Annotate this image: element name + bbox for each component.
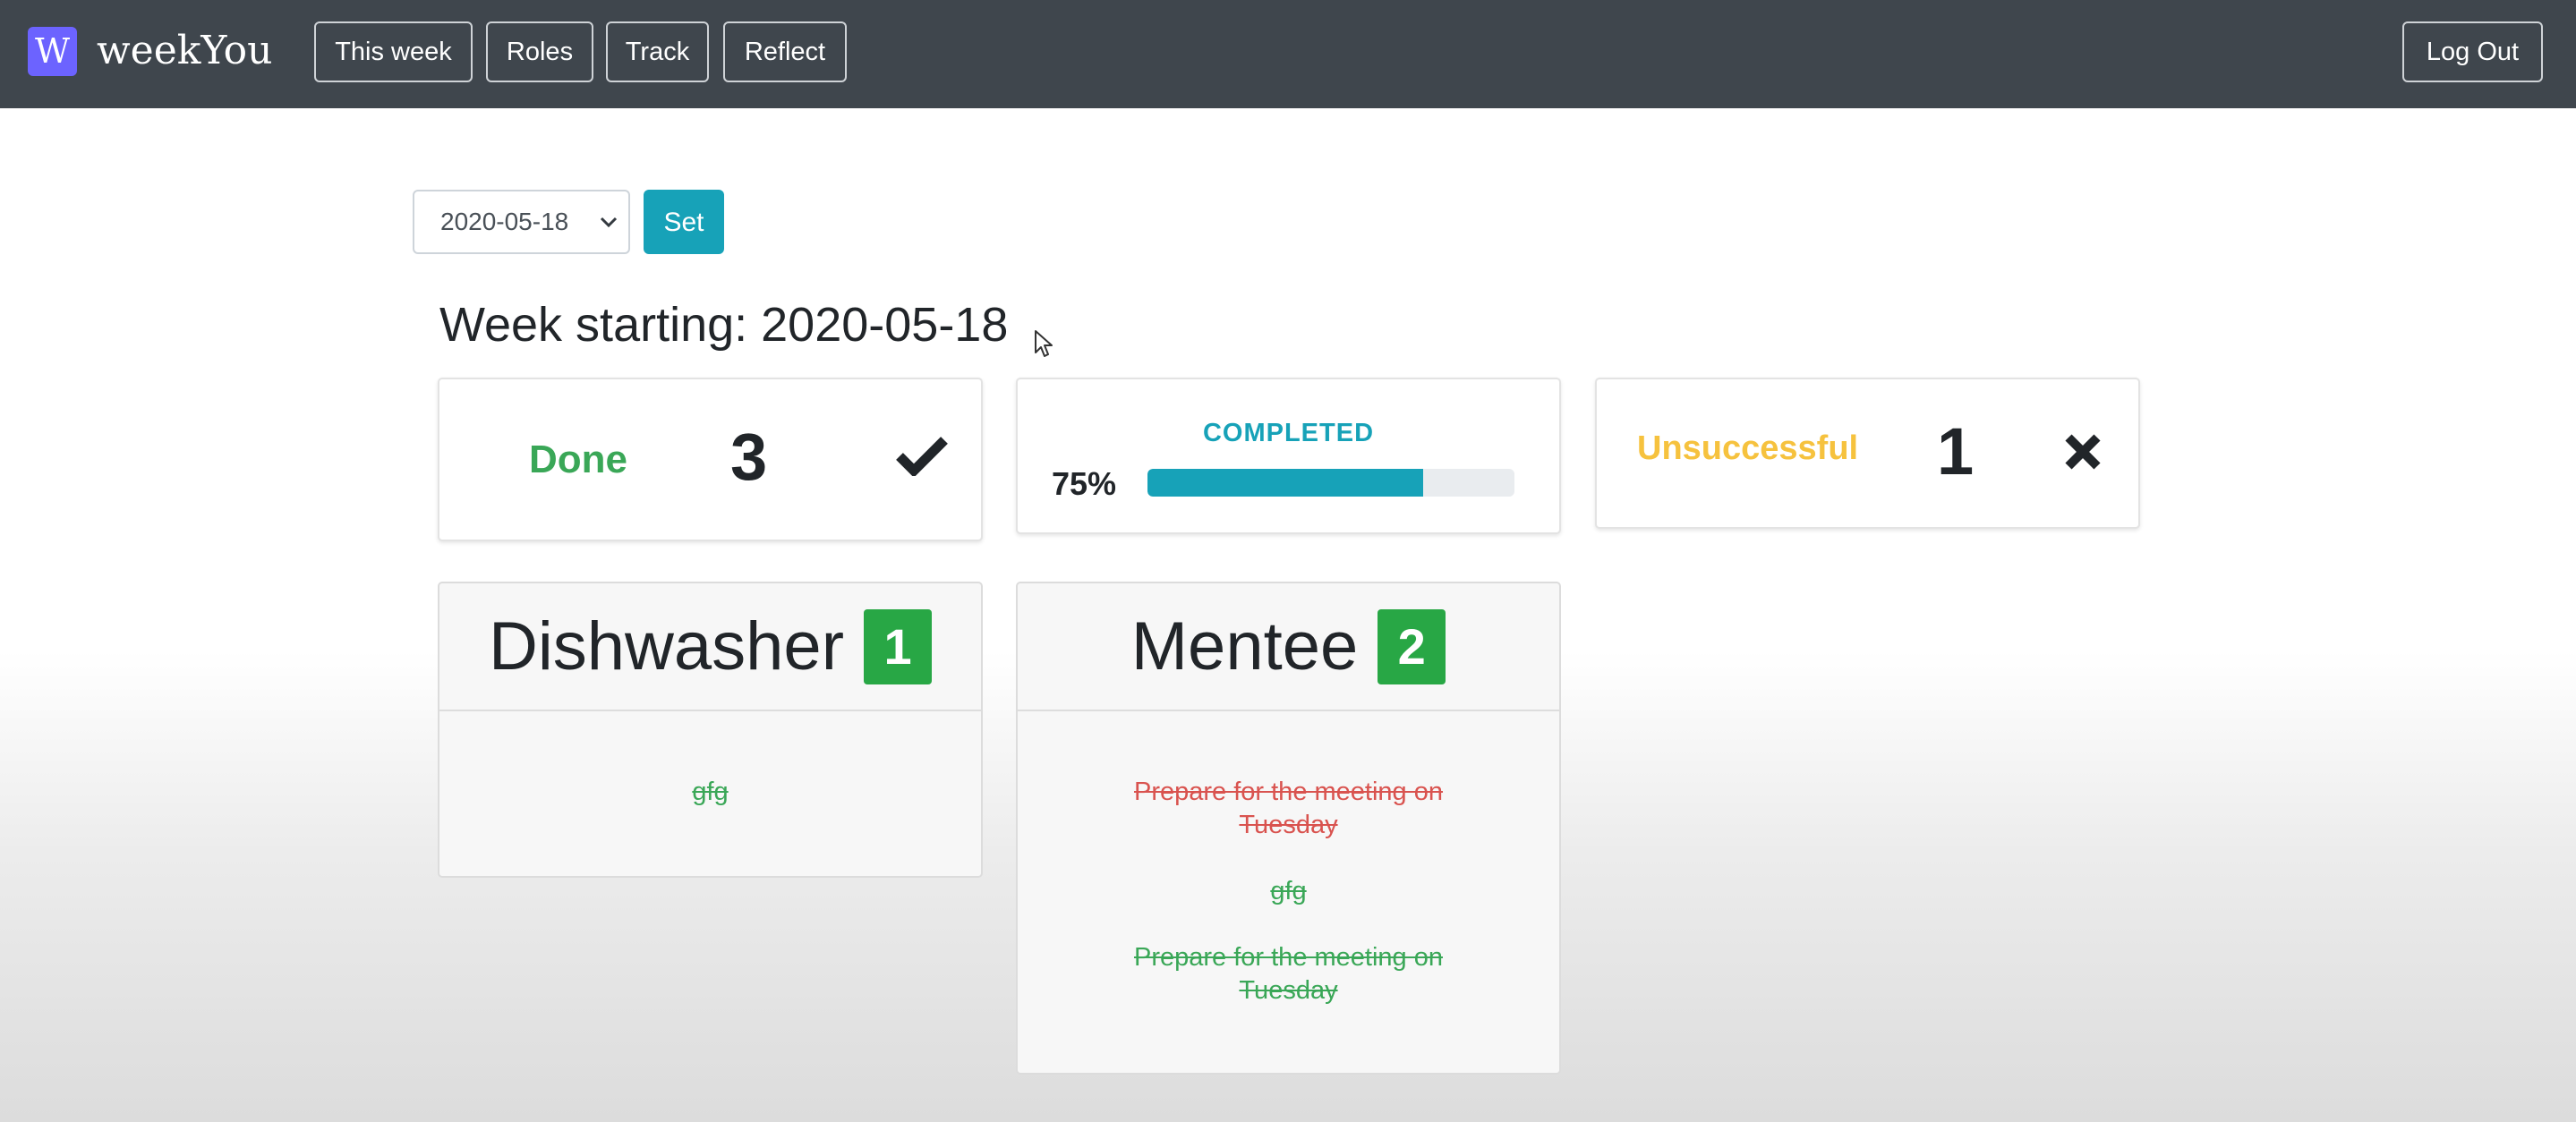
completed-stat-card: COMPLETED 75% <box>1016 378 1561 534</box>
role-card-dishwasher: Dishwasher 1 gfg <box>438 582 983 878</box>
role-card-mentee: Mentee 2 Prepare for the meeting on Tues… <box>1016 582 1561 1075</box>
nav-this-week-button[interactable]: This week <box>314 21 473 82</box>
role-name: Dishwasher <box>488 608 845 684</box>
role-count-badge: 1 <box>864 608 933 684</box>
task-item[interactable]: Prepare for the meeting on Tuesday <box>1101 941 1477 1007</box>
role-header: Dishwasher 1 <box>439 583 981 711</box>
week-select-dropdown[interactable]: 2020-05-18 <box>413 190 630 254</box>
nav-track-button[interactable]: Track <box>606 21 709 82</box>
role-header: Mentee 2 <box>1018 583 1559 711</box>
task-item[interactable]: Prepare for the meeting on Tuesday <box>1101 776 1477 842</box>
role-task-list: gfg <box>439 711 981 809</box>
role-count-badge: 2 <box>1378 608 1446 684</box>
completion-progress-bar <box>1147 469 1514 497</box>
x-icon <box>2064 433 2102 475</box>
role-task-list: Prepare for the meeting on Tuesday gfg P… <box>1018 711 1559 1007</box>
role-name: Mentee <box>1130 608 1359 684</box>
set-week-button[interactable]: Set <box>644 190 724 254</box>
nav-reflect-button[interactable]: Reflect <box>723 21 847 82</box>
done-count: 3 <box>730 420 768 494</box>
completed-label: COMPLETED <box>1202 419 1375 447</box>
task-item[interactable]: gfg <box>1101 875 1477 908</box>
mouse-cursor-icon <box>1034 329 1053 362</box>
chevron-down-icon <box>600 191 618 252</box>
logout-button[interactable]: Log Out <box>2402 21 2543 82</box>
unsuccessful-count: 1 <box>1937 414 1975 489</box>
done-stat-card: Done 3 <box>438 378 983 541</box>
week-select-value: 2020-05-18 <box>440 208 569 235</box>
completed-percent: 75% <box>1052 465 1117 502</box>
unsuccessful-label: Unsuccessful <box>1637 429 1859 467</box>
unsuccessful-stat-card: Unsuccessful 1 <box>1595 378 2140 529</box>
progress-fill <box>1147 469 1423 497</box>
nav-roles-button[interactable]: Roles <box>486 21 593 82</box>
page-title: Week starting: 2020-05-18 <box>439 298 1009 352</box>
check-icon <box>896 435 948 480</box>
brand-name[interactable]: weekYou <box>97 24 272 78</box>
done-label: Done <box>529 438 627 481</box>
top-navbar: W weekYou This week Roles Track Reflect … <box>0 0 2576 108</box>
brand-logo-icon[interactable]: W <box>28 27 77 76</box>
task-item[interactable]: gfg <box>523 776 899 809</box>
